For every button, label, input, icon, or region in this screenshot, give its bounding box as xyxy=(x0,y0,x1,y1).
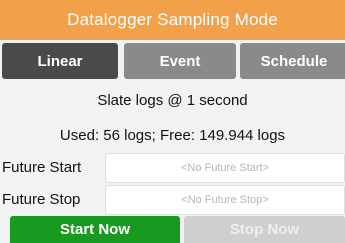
page-title-bar: Datalogger Sampling Mode xyxy=(0,0,345,40)
log-usage-text: Used: 56 logs; Free: 149.944 logs xyxy=(59,127,286,144)
tab-schedule[interactable]: Schedule xyxy=(240,43,345,79)
stop-now-button[interactable]: Stop Now xyxy=(184,216,345,243)
future-start-placeholder: <No Future Start> xyxy=(180,162,270,174)
mode-tabs: Linear Event Schedule xyxy=(0,43,345,81)
start-now-button[interactable]: Start Now xyxy=(10,216,180,243)
future-stop-placeholder: <No Future Stop> xyxy=(181,194,269,206)
future-start-label: Future Start xyxy=(2,159,82,176)
tab-linear[interactable]: Linear xyxy=(2,43,118,79)
future-stop-field[interactable]: <No Future Stop> xyxy=(105,185,345,215)
datalogger-sampling-screen: Datalogger Sampling Mode Linear Event Sc… xyxy=(0,0,345,243)
future-stop-label: Future Stop xyxy=(2,191,81,208)
page-title: Datalogger Sampling Mode xyxy=(67,10,278,29)
sampling-status-text: Slate logs @ 1 second xyxy=(97,92,248,109)
future-start-field[interactable]: <No Future Start> xyxy=(105,153,345,183)
tab-event[interactable]: Event xyxy=(124,43,236,79)
